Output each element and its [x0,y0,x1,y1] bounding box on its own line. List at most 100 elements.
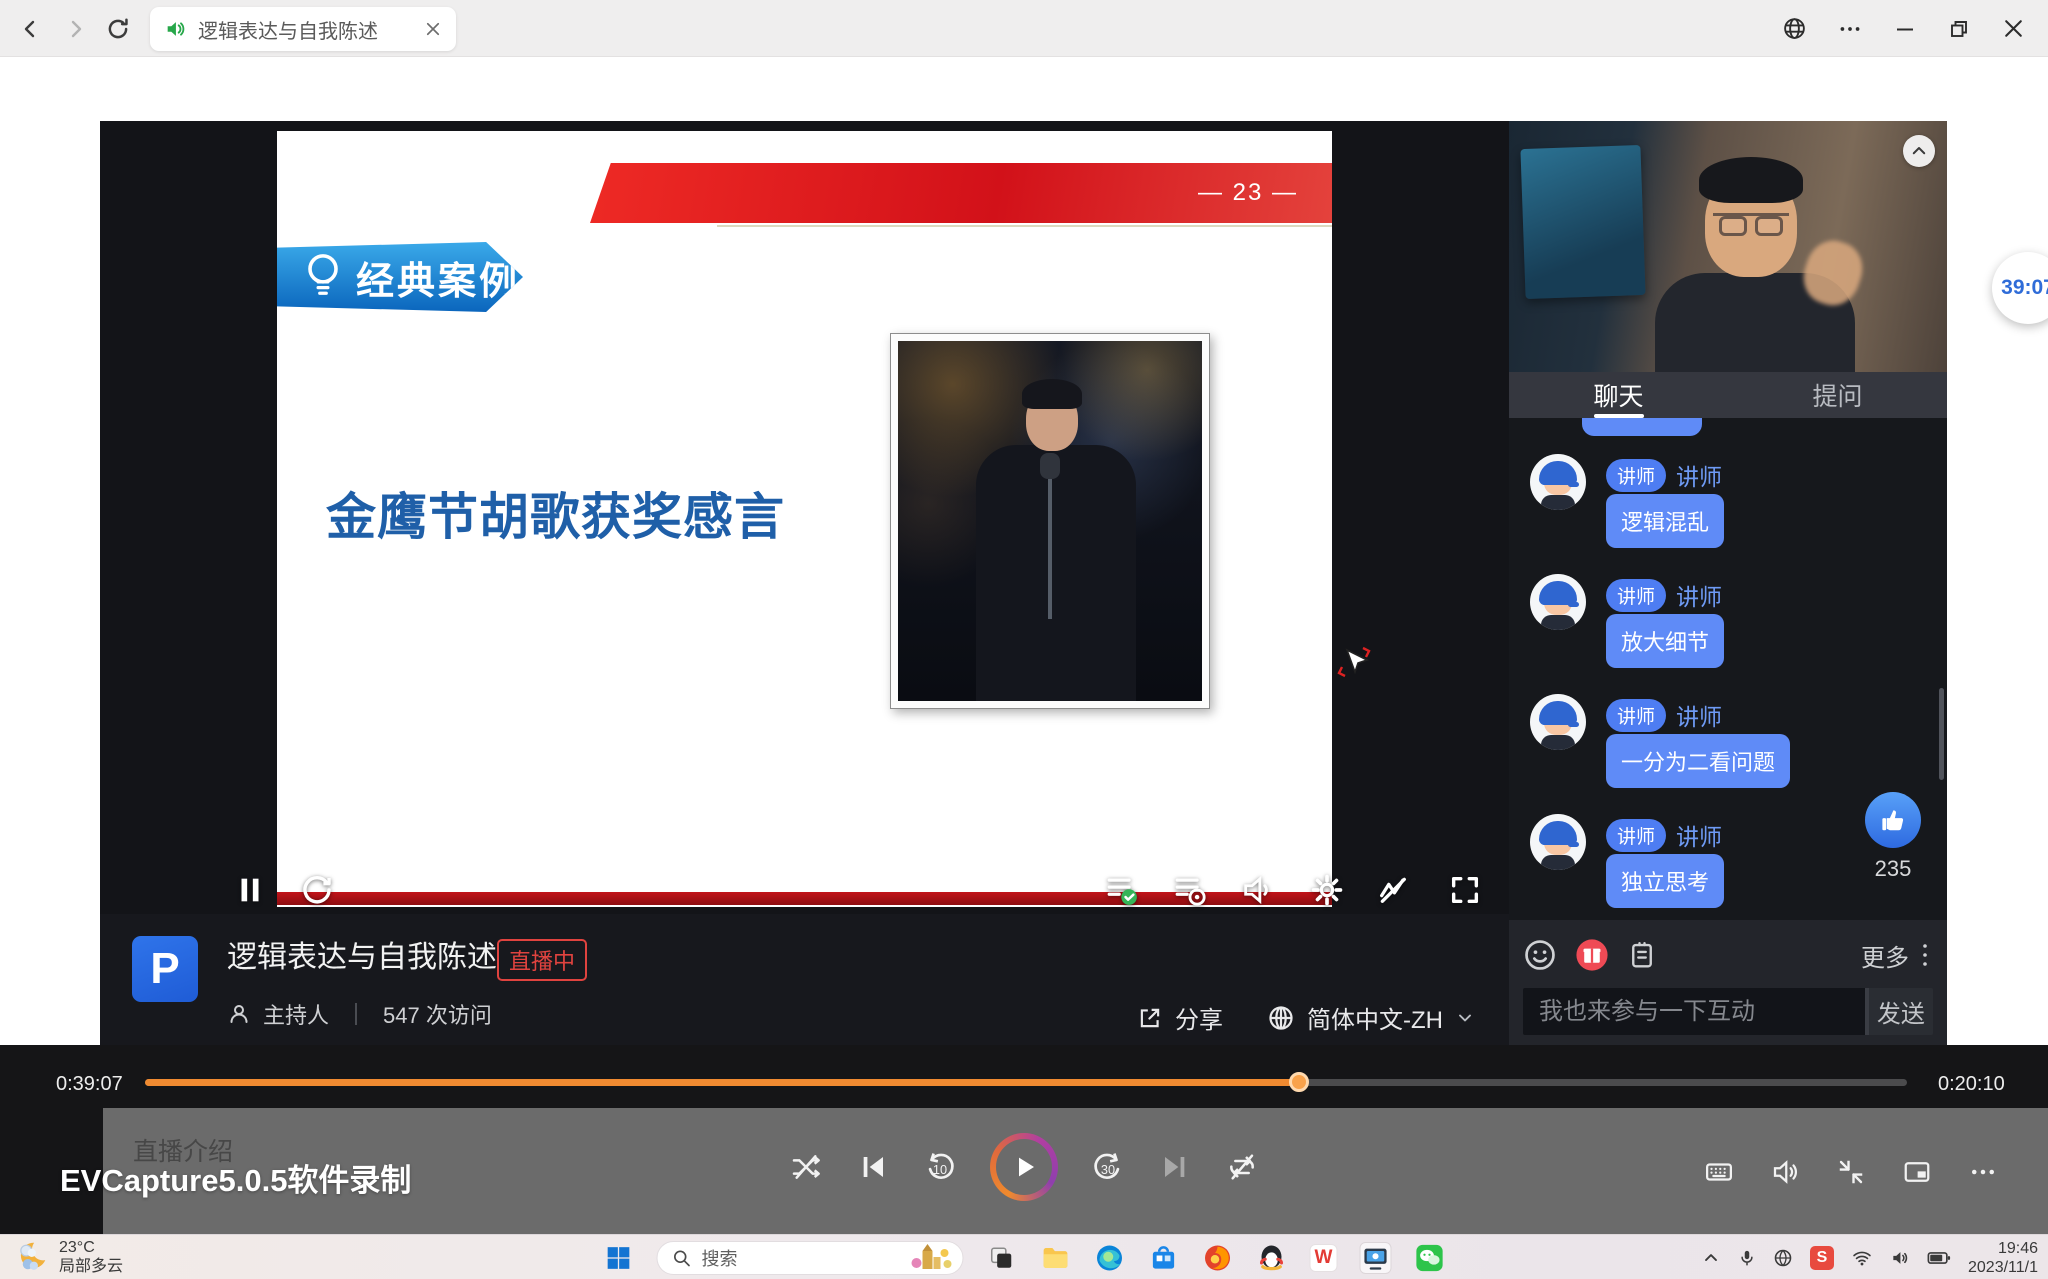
clock-date: 2023/11/1 [1968,1258,2038,1277]
tray-volume-icon[interactable] [1890,1248,1910,1268]
rewind-10-button[interactable]: 10 [923,1150,957,1184]
playlist-settings-button[interactable] [1173,873,1207,907]
previous-button[interactable] [856,1150,890,1184]
sogou-input-icon[interactable]: S [1810,1246,1834,1270]
chat-input[interactable] [1523,988,1865,1035]
weather-temp: 23°C [59,1238,123,1257]
svg-text:10: 10 [933,1162,947,1177]
previous-icon [857,1151,889,1183]
collapse-view-icon[interactable] [1836,1157,1866,1187]
progress-knob[interactable] [1289,1072,1309,1092]
chat-message: 讲师 讲师 一分为二看问题 [1530,694,1947,788]
chat-list[interactable]: 讲师 讲师 逻辑混乱 讲师 讲师 放大细节 [1509,418,1947,920]
user-name: 讲师 [1676,458,1722,492]
ime-language-icon[interactable] [1773,1248,1793,1268]
gift-icon[interactable] [1575,938,1609,972]
sidebar: 聊天 提问 讲师 讲师 逻辑混乱 [1509,121,1947,1045]
volume-button[interactable] [1240,873,1274,907]
taskbar-clock[interactable]: 19:46 2023/11/1 [1968,1239,2038,1277]
windows-start-button[interactable] [603,1242,635,1274]
forward-button[interactable] [60,13,92,45]
language-selector[interactable]: 简体中文-ZH [1267,1000,1475,1035]
forward-30-icon: 30 [1091,1150,1125,1184]
pause-icon [233,873,267,907]
task-view-button[interactable] [986,1242,1018,1274]
floating-timer[interactable]: 39:07 [1992,252,2048,324]
search-placeholder: 搜索 [702,1245,893,1271]
avatar [1530,574,1586,630]
chevron-down-icon [1455,1008,1475,1028]
fullscreen-button[interactable] [1448,873,1482,907]
qq-icon [1257,1243,1287,1273]
tab-chat[interactable]: 聊天 [1509,372,1728,418]
mute-toggle-icon[interactable] [1770,1157,1800,1187]
video-area[interactable]: — 23 — 经典案例 金鹰节胡歌获奖感言 [100,121,1509,914]
like-widget: 235 [1863,792,1923,882]
keyboard-icon[interactable] [1704,1157,1734,1187]
progress-track[interactable] [145,1079,1907,1086]
more-label[interactable]: 更多 [1861,938,1909,973]
tab-qa[interactable]: 提问 [1728,372,1947,418]
next-button[interactable] [1158,1150,1192,1184]
tab-close-icon[interactable] [424,20,442,38]
fullscreen-icon [1448,873,1482,907]
browser-menu-icon[interactable] [1837,16,1863,42]
share-button[interactable]: 分享 [1137,1000,1223,1035]
role-badge: 讲师 [1606,699,1666,732]
webcam-video[interactable] [1509,121,1947,372]
taskbar-app-store[interactable] [1148,1242,1180,1274]
refresh-stream-button[interactable] [300,873,334,907]
slide-title: 金鹰节胡歌获奖感言 [326,477,785,549]
play-button[interactable] [990,1133,1058,1201]
banner-underline [717,225,1332,227]
browser-bar: 逻辑表达与自我陈述 [0,0,2048,57]
emoji-icon[interactable] [1523,938,1557,972]
taskbar-app-active-recorder[interactable] [1360,1242,1392,1274]
popout-icon[interactable] [1902,1157,1932,1187]
line-switch-button[interactable] [1376,873,1410,907]
pause-button[interactable] [233,873,267,907]
settings-button[interactable] [1310,873,1344,907]
notes-icon[interactable] [1627,940,1657,970]
browser-tab[interactable]: 逻辑表达与自我陈述 [150,7,456,51]
screen: 逻辑表达与自我陈述 — 23 — 经典案例 金鹰节胡歌获奖感言 [0,0,2048,1279]
back-button[interactable] [14,13,46,45]
minimize-icon[interactable] [1893,17,1917,41]
shuffle-off-button[interactable] [789,1150,823,1184]
restore-icon[interactable] [1947,17,1971,41]
collapse-webcam-button[interactable] [1903,135,1935,167]
send-button[interactable]: 发送 [1869,988,1933,1035]
repeat-off-button[interactable] [1225,1150,1259,1184]
like-button[interactable] [1865,792,1921,848]
microphone-icon[interactable] [1738,1248,1756,1268]
close-icon[interactable] [2001,16,2026,41]
battery-icon[interactable] [1927,1248,1951,1268]
chat-bubble-truncated [1582,418,1702,436]
taskbar-app-wechat[interactable] [1414,1242,1446,1274]
remaining-time: 0:20:10 [1938,1073,2005,1096]
chat-scrollbar[interactable] [1939,688,1944,780]
forward-30-button[interactable]: 30 [1091,1150,1125,1184]
elapsed-time: 0:39:07 [56,1073,123,1096]
ellipsis-icon[interactable] [1968,1157,1998,1187]
taskbar-app-edge[interactable] [1094,1242,1126,1274]
more-dots-icon[interactable] [1921,942,1929,968]
share-label: 分享 [1175,1000,1223,1035]
browser-globe-icon[interactable] [1782,16,1807,41]
thumbs-up-icon [1878,805,1908,835]
back-icon [18,17,42,41]
playlist-check-button[interactable] [1105,873,1139,907]
speaker-photo [890,333,1210,709]
weather-widget[interactable]: 23°C 局部多云 [12,1238,123,1276]
wifi-icon[interactable] [1851,1248,1873,1268]
taskbar-app-wps[interactable]: W [1310,1244,1338,1272]
case-badge-label: 经典案例 [356,250,520,305]
taskbar: 23°C 局部多云 搜索 [0,1234,2048,1279]
taskbar-search[interactable]: 搜索 [657,1241,964,1275]
taskbar-app-qq[interactable] [1256,1242,1288,1274]
taskbar-app-file-explorer[interactable] [1040,1242,1072,1274]
taskbar-app-firefox[interactable] [1202,1242,1234,1274]
reload-button[interactable] [102,13,134,45]
svg-text:30: 30 [1101,1162,1115,1177]
tray-chevron-up-icon[interactable] [1701,1248,1721,1268]
